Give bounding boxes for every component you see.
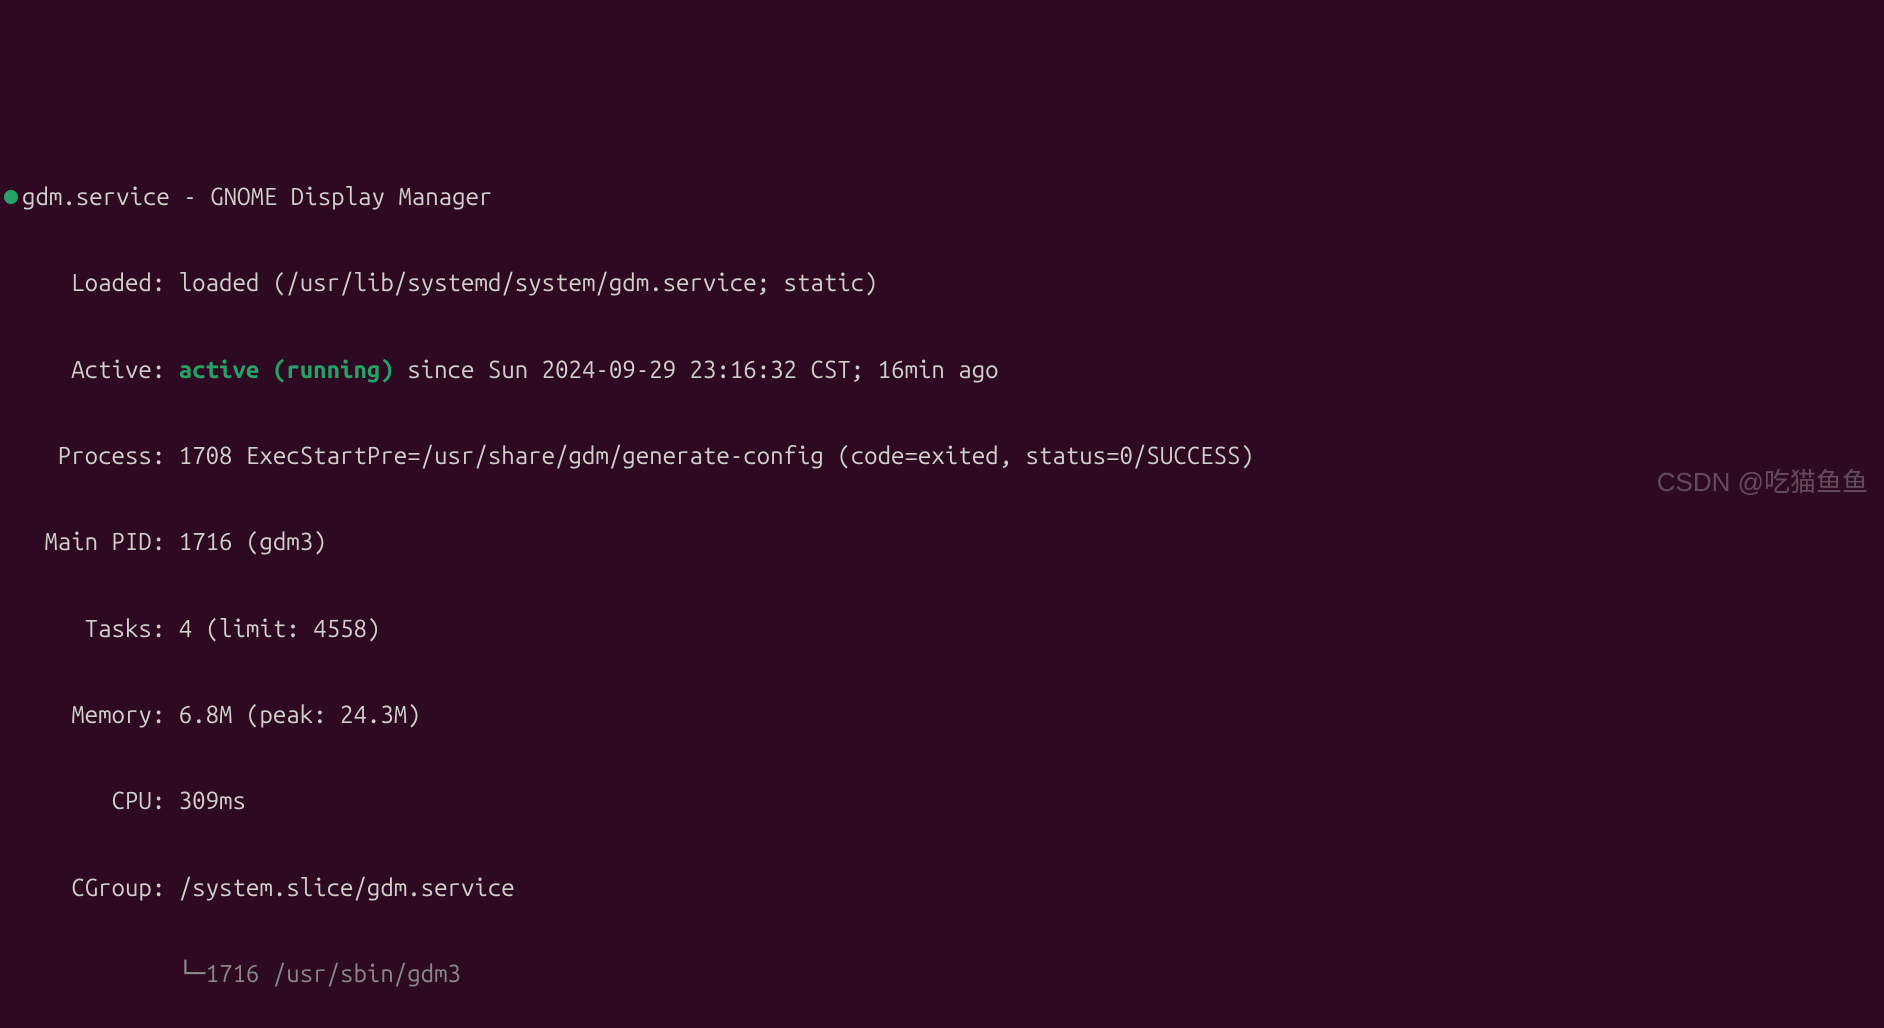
active-since-prefix: since	[394, 356, 488, 383]
loaded-line: Loaded: loaded (/usr/lib/systemd/system/…	[4, 261, 1880, 304]
active-since-date: Sun 2024-09-29 23:16:32 CST	[488, 356, 851, 383]
active-status: active (running)	[179, 356, 394, 383]
unit-name: gdm.service	[22, 183, 170, 210]
tasks-value: 4 (limit: 4558)	[179, 615, 381, 642]
cgroup-line: CGroup: /system.slice/gdm.service	[4, 866, 1880, 909]
tasks-label: Tasks:	[4, 607, 179, 650]
unit-description: GNOME Display Manager	[210, 183, 492, 210]
cgroup-label: CGroup:	[4, 866, 179, 909]
active-label: Active:	[4, 348, 179, 391]
main-pid-line: Main PID: 1716 (gdm3)	[4, 520, 1880, 563]
memory-line: Memory: 6.8M (peak: 24.3M)	[4, 693, 1880, 736]
main-pid-label: Main PID:	[4, 520, 179, 563]
tree-branch-icon: └─	[4, 960, 206, 987]
tasks-line: Tasks: 4 (limit: 4558)	[4, 607, 1880, 650]
header-separator: -	[170, 183, 210, 210]
status-dot-icon	[4, 190, 18, 204]
cgroup-value: /system.slice/gdm.service	[179, 874, 515, 901]
active-ago: 16min ago	[878, 356, 999, 383]
cgroup-tree-line: └─1716 /usr/sbin/gdm3	[4, 952, 1880, 995]
loaded-label: Loaded:	[4, 261, 179, 304]
loaded-suffix: ; static)	[757, 269, 878, 296]
cpu-label: CPU:	[4, 779, 179, 822]
memory-value: 6.8M (peak: 24.3M)	[179, 701, 421, 728]
process-label: Process:	[4, 434, 179, 477]
cpu-value: 309ms	[179, 787, 246, 814]
process-value: 1708 ExecStartPre=/usr/share/gdm/generat…	[179, 442, 1254, 469]
loaded-prefix: loaded (	[179, 269, 287, 296]
terminal-output: gdm.service - GNOME Display Manager Load…	[4, 132, 1880, 1028]
memory-label: Memory:	[4, 693, 179, 736]
process-line: Process: 1708 ExecStartPre=/usr/share/gd…	[4, 434, 1880, 477]
service-header-line: gdm.service - GNOME Display Manager	[4, 175, 1880, 218]
cpu-line: CPU: 309ms	[4, 779, 1880, 822]
tree-process: 1716 /usr/sbin/gdm3	[206, 960, 461, 987]
loaded-path: /usr/lib/systemd/system/gdm.service	[286, 269, 756, 296]
main-pid-value: 1716 (gdm3)	[179, 528, 327, 555]
active-line: Active: active (running) since Sun 2024-…	[4, 348, 1880, 391]
active-since-sep: ;	[851, 356, 878, 383]
watermark-text: CSDN @吃猫鱼鱼	[1657, 459, 1868, 506]
